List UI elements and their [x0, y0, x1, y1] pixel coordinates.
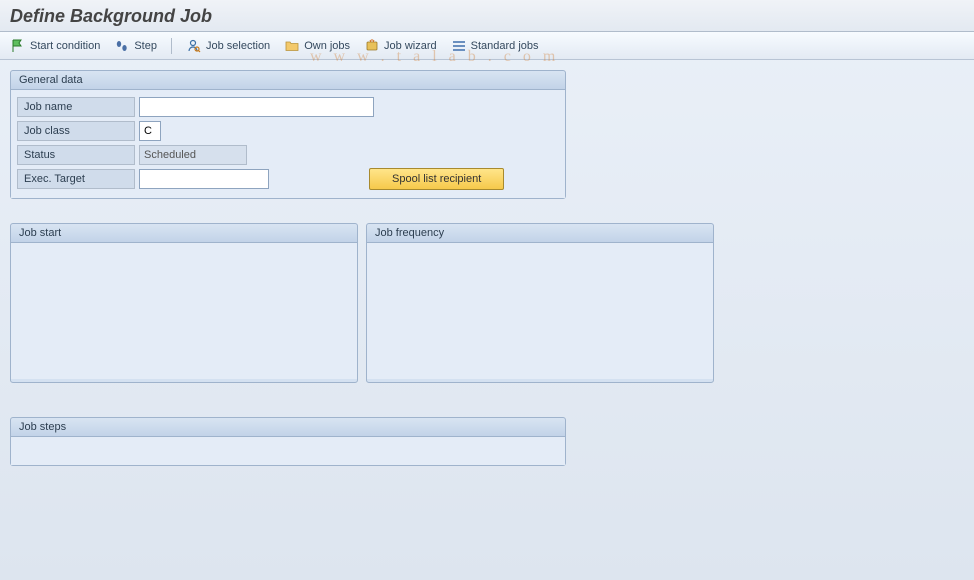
job-frequency-header: Job frequency: [367, 224, 713, 243]
form-row-job-class: Job class: [17, 120, 559, 142]
step-button[interactable]: Step: [114, 38, 157, 54]
wizard-icon: [364, 38, 380, 54]
general-data-header: General data: [11, 71, 565, 90]
form-row-job-name: Job name: [17, 96, 559, 118]
job-wizard-button[interactable]: Job wizard: [364, 38, 437, 54]
job-start-body: [11, 243, 357, 379]
job-steps-group: Job steps: [10, 417, 566, 466]
person-search-icon: [186, 38, 202, 54]
job-name-input[interactable]: [139, 97, 374, 117]
status-value: Scheduled: [139, 145, 247, 165]
step-label: Step: [134, 40, 157, 52]
job-selection-label: Job selection: [206, 40, 270, 52]
job-name-label: Job name: [17, 97, 135, 117]
standard-jobs-button[interactable]: Standard jobs: [451, 38, 539, 54]
start-condition-label: Start condition: [30, 40, 100, 52]
job-frequency-body: [367, 243, 713, 379]
job-selection-button[interactable]: Job selection: [186, 38, 270, 54]
own-jobs-button[interactable]: Own jobs: [284, 38, 350, 54]
status-label: Status: [17, 145, 135, 165]
content-area: General data Job name Job class Status S…: [0, 60, 974, 486]
start-frequency-row: Job start Job frequency: [10, 223, 964, 393]
folder-icon: [284, 38, 300, 54]
own-jobs-label: Own jobs: [304, 40, 350, 52]
job-frequency-group: Job frequency: [366, 223, 714, 383]
job-steps-header: Job steps: [11, 418, 565, 437]
form-row-status: Status Scheduled: [17, 144, 559, 166]
form-row-exec-target: Exec. Target Spool list recipient: [17, 168, 559, 190]
footsteps-icon: [114, 38, 130, 54]
standard-jobs-label: Standard jobs: [471, 40, 539, 52]
job-wizard-label: Job wizard: [384, 40, 437, 52]
start-condition-button[interactable]: Start condition: [10, 38, 100, 54]
page-title: Define Background Job: [0, 0, 974, 32]
job-steps-body: [11, 437, 565, 465]
job-class-label: Job class: [17, 121, 135, 141]
exec-target-label: Exec. Target: [17, 169, 135, 189]
toolbar: Start condition Step Job selection Own j…: [0, 32, 974, 60]
exec-target-input[interactable]: [139, 169, 269, 189]
spool-list-recipient-button[interactable]: Spool list recipient: [369, 168, 504, 190]
job-class-input[interactable]: [139, 121, 161, 141]
flag-icon: [10, 38, 26, 54]
general-data-body: Job name Job class Status Scheduled Exec…: [11, 90, 565, 198]
list-icon: [451, 38, 467, 54]
job-start-header: Job start: [11, 224, 357, 243]
general-data-group: General data Job name Job class Status S…: [10, 70, 566, 199]
toolbar-separator: [171, 38, 172, 54]
job-start-group: Job start: [10, 223, 358, 383]
